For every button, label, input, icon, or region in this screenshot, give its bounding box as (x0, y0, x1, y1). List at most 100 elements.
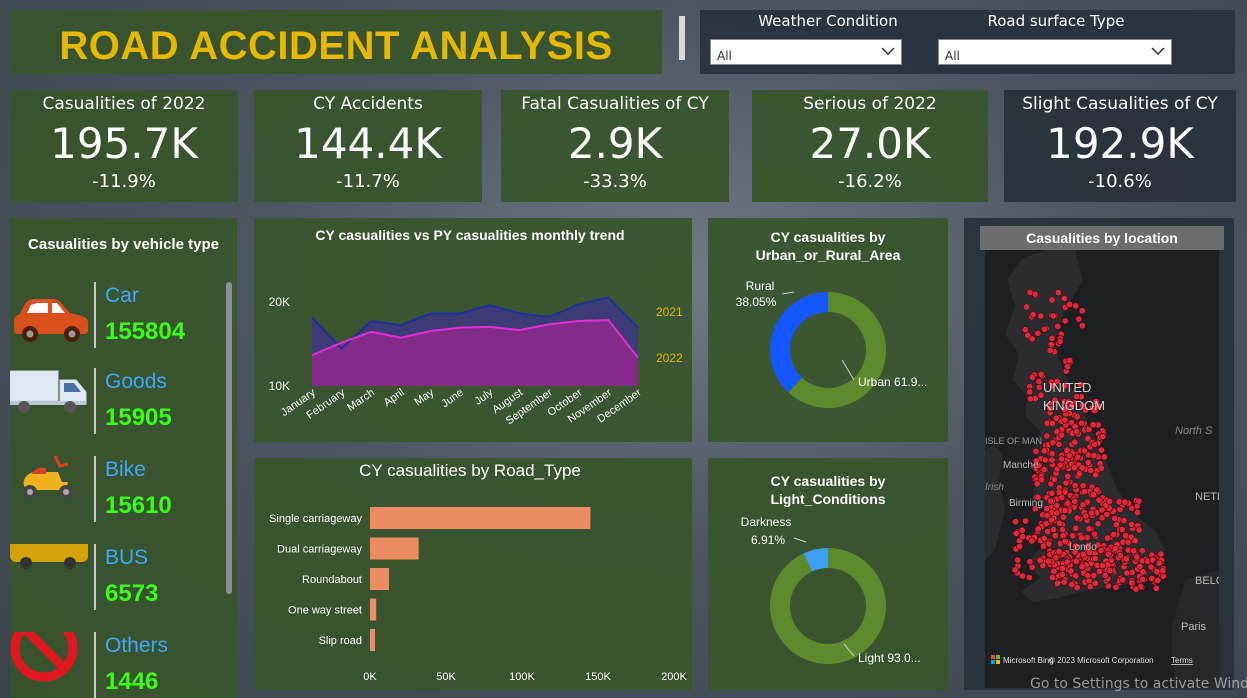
x-tick-label: 0K (363, 671, 377, 683)
map-dot (1035, 377, 1043, 385)
map-dot (1095, 567, 1103, 575)
map-dot (1128, 520, 1136, 528)
map-dot (1094, 520, 1102, 528)
road-surface-dropdown[interactable]: All (938, 39, 1172, 65)
map-dot (1128, 579, 1136, 587)
scooter-icon (10, 449, 92, 536)
kpi-title: Casualities of 2022 (42, 94, 206, 114)
map-dot (1055, 547, 1063, 555)
map-dot (1050, 525, 1058, 533)
vehicle-separator (94, 368, 96, 434)
map-dot (1121, 498, 1129, 506)
urban-rural-donut: Rural 38.05% Urban 61.9... (736, 279, 927, 408)
map-label-manchester: Manche (1003, 460, 1039, 471)
map-dot (1037, 370, 1045, 378)
map-dot (1104, 534, 1112, 542)
map-dot (1078, 563, 1086, 571)
map-dot (1110, 530, 1118, 538)
map-dot (1036, 556, 1044, 564)
map-dot (1068, 581, 1076, 589)
vehicle-row-others: Others 1446 (10, 614, 237, 698)
map-dot (1025, 573, 1033, 581)
kpi-value: 192.9K (1046, 119, 1194, 168)
legend-2021: 2021 (656, 305, 683, 319)
map-label-north-sea: North S (1175, 425, 1213, 437)
map-dot (1072, 557, 1080, 565)
map-dot (1073, 514, 1081, 522)
map-dot (1040, 466, 1048, 474)
map-dot (1135, 497, 1143, 505)
kpi-change: -11.7% (336, 171, 400, 192)
map-dot (1080, 447, 1088, 455)
map-dot (1048, 296, 1056, 304)
vehicle-panel-scrollbar[interactable] (226, 282, 232, 594)
map-dot (1123, 555, 1131, 563)
map-dot (1059, 526, 1067, 534)
map-dot (1056, 519, 1064, 527)
map-dot (1078, 322, 1086, 330)
map-dot (1050, 567, 1058, 575)
map-label-belgium: BELG (1195, 575, 1219, 587)
map-dot (1034, 329, 1042, 337)
bus-icon (10, 520, 92, 624)
vehicle-name: Bike (105, 458, 146, 481)
kpi-title: Fatal Casualities of CY (521, 94, 709, 114)
casualty-map[interactable]: UNITED KINGDOM North S NETHE BELG Paris … (985, 250, 1219, 688)
kpi-card-casualities-2022: Casualities of 2022 195.7K -11.9% (10, 90, 238, 202)
vehicle-value: 6573 (105, 580, 159, 607)
map-dot (1026, 288, 1034, 296)
map-dot (1078, 307, 1086, 315)
map-dot (1037, 312, 1045, 320)
slice-label-rural: Rural (746, 279, 775, 293)
map-dot (1073, 413, 1081, 421)
map-dot (1090, 452, 1098, 460)
urban-rural-chart: CY casualities by Urban_or_Rural_Area Ru… (708, 218, 948, 442)
road-type-chart: CY casualities by Road_Type Single carri… (254, 458, 692, 690)
weather-dropdown[interactable]: All (710, 39, 902, 65)
slice-light (770, 548, 886, 664)
map-dot (1047, 516, 1055, 524)
map-dot (1026, 395, 1034, 403)
map-dot (1064, 472, 1072, 480)
map-dot (1029, 311, 1037, 319)
map-dot (1139, 575, 1147, 583)
x-tick-label: June (439, 387, 465, 411)
map-dot (1100, 453, 1108, 461)
category-label: Single carriageway (269, 513, 362, 525)
map-dot (1087, 467, 1095, 475)
map-title: Casualities by location (980, 226, 1224, 250)
road-surface-dropdown-value: All (945, 49, 960, 63)
vehicle-separator (94, 456, 96, 522)
vehicle-value: 155804 (105, 318, 186, 345)
vehicle-name: Goods (105, 370, 167, 393)
map-dot (1155, 559, 1163, 567)
map-dot (1060, 294, 1068, 302)
map-dot (1054, 322, 1062, 330)
map-dot (1012, 529, 1020, 537)
kpi-card-cy-accidents: CY Accidents 144.4K -11.7% (254, 90, 482, 202)
map-dot (1159, 567, 1167, 575)
map-dot (1157, 550, 1165, 558)
map-dot (1089, 421, 1097, 429)
map-dot (1133, 553, 1141, 561)
map-dot (1034, 525, 1042, 533)
vehicle-value: 1446 (105, 668, 159, 695)
map-dot (1061, 537, 1069, 545)
prohibited-icon (10, 614, 92, 698)
vehicle-separator (94, 282, 96, 348)
map-dot (1059, 532, 1067, 540)
map-dot (1111, 514, 1119, 522)
kpi-change: -10.6% (1088, 171, 1152, 192)
map-dot (1060, 513, 1068, 521)
x-tick-label: 50K (436, 671, 456, 683)
map-dot (1040, 534, 1048, 542)
map-dot (1147, 563, 1155, 571)
map-dot (1061, 506, 1069, 514)
kpi-value: 2.9K (567, 119, 663, 168)
map-dot (1049, 439, 1057, 447)
map-label-united: UNITED (1043, 380, 1091, 395)
map-dot (1130, 547, 1138, 555)
map-terms-link[interactable]: Terms (1171, 656, 1193, 665)
map-dot (1072, 524, 1080, 532)
map-attribution: © 2023 Microsoft Corporation (1049, 656, 1154, 665)
